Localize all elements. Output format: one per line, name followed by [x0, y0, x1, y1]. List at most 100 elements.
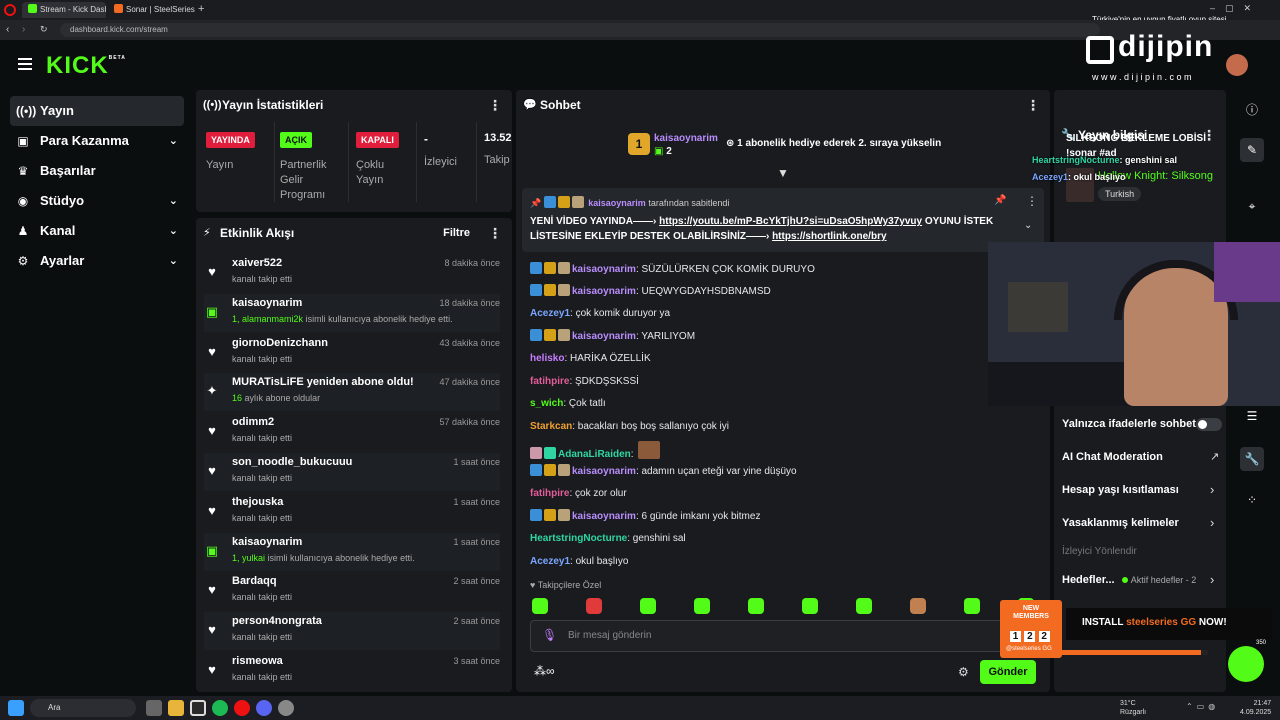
info-icon[interactable]: ⓘ	[1240, 98, 1264, 122]
emote-icon[interactable]	[640, 598, 656, 614]
collapse-icon[interactable]: ▼	[777, 166, 789, 180]
sidebar-item-kanal[interactable]: ♟ Kanal ⌄	[10, 216, 184, 246]
sidebar-item-yayin[interactable]: ((•)) Yayın	[10, 96, 184, 126]
activity-item[interactable]: ♥ Bardaqq kanalı takip etti 2 saat önce	[204, 572, 500, 610]
windows-start-icon[interactable]	[8, 700, 24, 716]
system-tray[interactable]: ⌃▭◍	[1186, 702, 1219, 711]
forward-icon[interactable]: ›	[22, 24, 25, 35]
sidebar-item-para-kazanma[interactable]: ▣ Para Kazanma ⌄	[10, 126, 184, 156]
activity-item[interactable]: ♥ rismeowa kanalı takip etti 3 saat önce	[204, 652, 500, 690]
chat-message[interactable]: HeartstringNocturne: genshini sal	[530, 531, 686, 547]
discord-icon[interactable]	[256, 700, 272, 716]
chat-message[interactable]: Starkcan: bacakları boş boş sallanıyo ço…	[530, 419, 729, 435]
top-gifter-name[interactable]: kaisaoynarim	[654, 133, 718, 144]
pinned-link-2[interactable]: https://shortlink.one/bry	[772, 231, 886, 242]
kebab-menu-icon[interactable]: ⋮	[488, 90, 502, 120]
emote-icon[interactable]	[748, 598, 764, 614]
weather[interactable]: 31°C Rüzgarlı	[1120, 699, 1146, 717]
emote-icon[interactable]	[532, 598, 548, 614]
app-icon[interactable]	[278, 700, 294, 716]
ai-moderation-link[interactable]: AI Chat Moderation	[1062, 451, 1163, 463]
window-controls[interactable]: –▢✕	[1210, 3, 1261, 14]
screen-icon[interactable]: ⌖	[1240, 194, 1264, 218]
chat-message[interactable]: helisko: HARİKA ÖZELLİK	[530, 351, 651, 367]
chat-message[interactable]: AdanaLiRaiden:	[530, 441, 662, 460]
chat-username[interactable]: AdanaLiRaiden	[558, 449, 631, 460]
chat-username[interactable]: s_wich	[530, 398, 563, 409]
layout-icon[interactable]: ☰	[1240, 404, 1264, 428]
menu-icon[interactable]	[18, 58, 32, 70]
chat-message[interactable]: fatihpire: çok zor olur	[530, 486, 627, 502]
chevron-right-icon[interactable]: ›	[1210, 482, 1214, 497]
chat-username[interactable]: HeartstringNocturne	[530, 533, 627, 544]
chat-settings-icon[interactable]: ⚙	[958, 665, 969, 679]
activity-item[interactable]: ♥ son_noodle_bukucuuu kanalı takip etti 1 s…	[204, 453, 500, 491]
activity-item[interactable]: ▣ kaisaoynarim 1, alamanmami2k isimli kull…	[204, 293, 500, 332]
task-view-icon[interactable]	[146, 700, 162, 716]
chat-message[interactable]: Acezey1: çok komik duruyor ya	[530, 306, 670, 322]
emote-icon[interactable]	[694, 598, 710, 614]
kick-logo[interactable]: KICKBETA	[46, 52, 126, 80]
chevron-right-icon[interactable]: ›	[1210, 515, 1214, 530]
app-icon[interactable]	[234, 700, 250, 716]
chat-message[interactable]: s_wich: Çok tatlı	[530, 396, 606, 412]
chevron-right-icon[interactable]: ›	[1210, 572, 1214, 587]
apps-icon[interactable]: ⁘	[1240, 488, 1264, 512]
external-link-icon[interactable]: ↗	[1210, 450, 1219, 463]
chat-username[interactable]: Acezey1	[530, 556, 570, 567]
chat-message[interactable]: kaisaoynarim: adamın uçan eteği var yine…	[530, 464, 797, 480]
chat-username[interactable]: kaisaoynarim	[572, 511, 636, 522]
sidebar-item-ayarlar[interactable]: ⚙ Ayarlar ⌄	[10, 246, 184, 276]
kebab-menu-icon[interactable]: ⋮	[1026, 90, 1040, 120]
wrench-icon[interactable]: 🔧	[1240, 447, 1264, 471]
unpin-icon[interactable]: 📌	[994, 195, 1006, 206]
chat-username[interactable]: Starkcan	[530, 421, 572, 432]
pinned-link-1[interactable]: https://youtu.be/mP-BcYkTjhU?si=uDsaO5hp…	[659, 216, 922, 227]
emote-icon[interactable]	[856, 598, 872, 614]
kebab-menu-icon[interactable]: ⋮	[1026, 194, 1038, 208]
activity-item[interactable]: ▣ kaisaoynarim 1, yulkai isimli kullanıcıy…	[204, 532, 500, 571]
emote-icon[interactable]	[910, 598, 926, 614]
new-tab-icon[interactable]: +	[198, 3, 204, 15]
chat-username[interactable]: Acezey1	[530, 308, 570, 319]
chat-username[interactable]: fatihpire	[530, 488, 569, 499]
chat-username[interactable]: kaisaoynarim	[572, 286, 636, 297]
taskbar-search[interactable]: Ara	[30, 699, 136, 717]
clock[interactable]: 21:47 4.09.2025	[1240, 699, 1271, 717]
activity-item[interactable]: ♥ giornoDenizchann kanalı takip etti 43 dak…	[204, 334, 500, 372]
chat-message[interactable]: kaisaoynarim: UEQWYGDAYHSDBNAMSD	[530, 284, 771, 300]
kebab-menu-icon[interactable]: ⋮	[488, 218, 502, 248]
activity-item[interactable]: ♥ xaiver522 kanalı takip etti 8 dakika önce	[204, 254, 500, 292]
emote-icon[interactable]	[802, 598, 818, 614]
mic-icon[interactable]: 🎙	[542, 628, 557, 642]
browser-logo-icon[interactable]	[4, 4, 16, 16]
emote-icon[interactable]	[586, 598, 602, 614]
emote-picker-icon[interactable]: ⁂∞	[534, 664, 555, 678]
edit-icon[interactable]: ✎	[1240, 138, 1264, 162]
chat-username[interactable]: kaisaoynarim	[572, 331, 636, 342]
chat-message[interactable]: kaisaoynarim: SÜZÜLÜRKEN ÇOK KOMİK DURUY…	[530, 262, 815, 278]
spotify-icon[interactable]	[212, 700, 228, 716]
back-icon[interactable]: ‹	[6, 24, 9, 35]
chat-username[interactable]: helisko	[530, 353, 564, 364]
browser-tab-steelseries[interactable]: Sonar | SteelSeries	[108, 2, 196, 18]
chat-username[interactable]: kaisaoynarim	[572, 264, 636, 275]
account-age-link[interactable]: Hesap yaşı kısıtlaması	[1062, 484, 1179, 496]
chat-message[interactable]: kaisaoynarim: YARILIYOM	[530, 329, 695, 345]
emote-only-toggle[interactable]	[1196, 418, 1222, 431]
send-button[interactable]: Gönder	[980, 660, 1036, 684]
sidebar-item-studyo[interactable]: ◉ Stüdyo ⌄	[10, 186, 184, 216]
emote-icon[interactable]	[964, 598, 980, 614]
activity-item[interactable]: ♥ person4nongrata kanalı takip etti 2 saat …	[204, 612, 500, 651]
chat-message[interactable]: fatihpire: ŞDKDŞSKSSİ	[530, 374, 639, 390]
activity-item[interactable]: ♥ odimm2 kanalı takip etti 57 dakika önce	[204, 413, 500, 451]
chat-message[interactable]: Acezey1: okul başlıyo	[530, 554, 628, 570]
url-input[interactable]: dashboard.kick.com/stream	[60, 23, 1100, 37]
chat-message[interactable]: kaisaoynarim: 6 günde imkanı yok bitmez	[530, 509, 760, 525]
sidebar-item-basarilar[interactable]: ♛ Başarılar	[10, 156, 184, 186]
chat-username[interactable]: fatihpire	[530, 376, 569, 387]
file-explorer-icon[interactable]	[168, 700, 184, 716]
filter-button[interactable]: Filtre	[443, 218, 470, 248]
chevron-down-icon[interactable]: ⌄	[1024, 220, 1032, 231]
goals-link[interactable]: Hedefler... Aktif hedefler - 2	[1062, 574, 1196, 586]
